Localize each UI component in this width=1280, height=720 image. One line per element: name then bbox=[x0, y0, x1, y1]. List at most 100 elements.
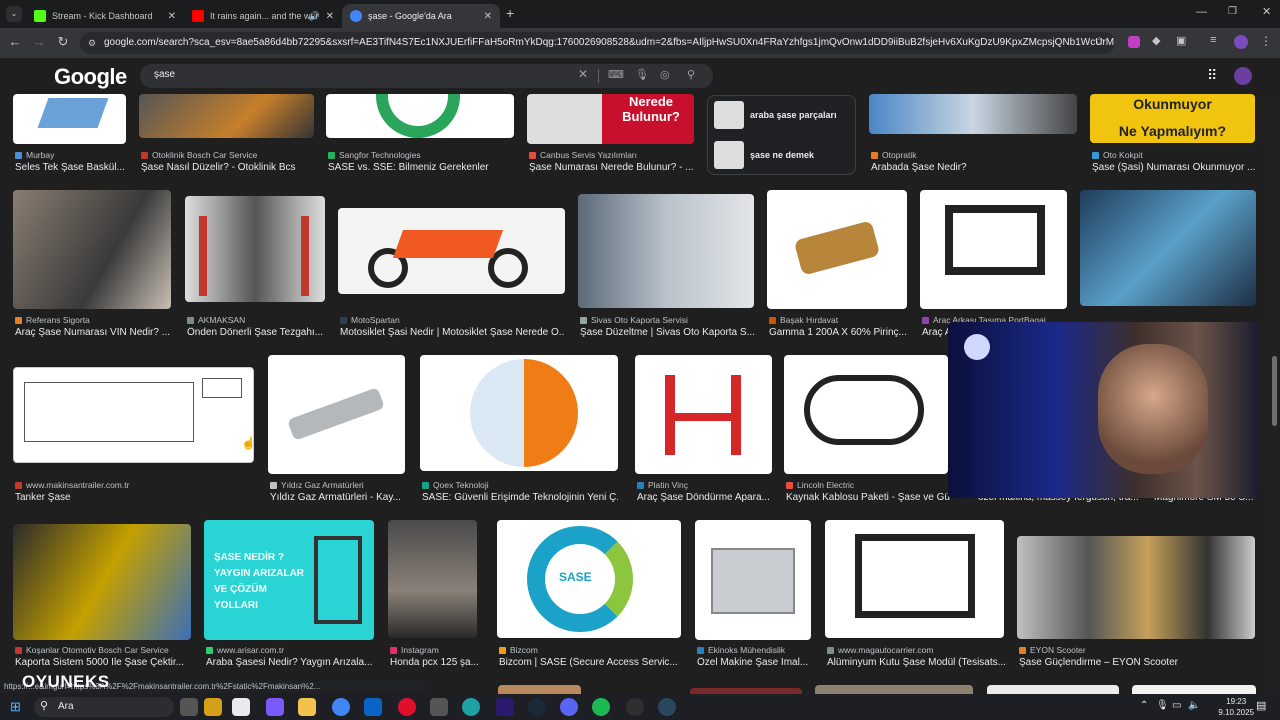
source-icon bbox=[15, 317, 22, 324]
chrome-icon[interactable] bbox=[332, 698, 350, 716]
task-view-icon[interactable] bbox=[180, 698, 198, 716]
source-icon bbox=[769, 317, 776, 324]
reload-button[interactable]: ↻ bbox=[54, 34, 72, 50]
close-tab-icon[interactable]: ✕ bbox=[168, 11, 176, 22]
result-thumbnail[interactable] bbox=[498, 685, 581, 694]
new-tab-button[interactable]: + bbox=[506, 5, 514, 21]
spotify-icon[interactable] bbox=[592, 698, 610, 716]
image-result[interactable]: EYON Scooter Şase Güçlendirme – EYON Sco… bbox=[1017, 520, 1256, 670]
image-result[interactable]: Otopratik Arabada Şase Nedir? bbox=[869, 94, 1077, 174]
image-result[interactable]: Sivas Oto Kaporta Servisi Şase Düzeltme … bbox=[578, 190, 754, 340]
network-icon[interactable]: ▭ bbox=[1172, 700, 1181, 711]
image-result[interactable]: AKMAKSAN Önden Dönerli Şase Tezgahı... bbox=[185, 190, 325, 340]
audio-icon[interactable]: 🔊 bbox=[309, 11, 320, 22]
result-thumbnail bbox=[185, 196, 325, 302]
result-thumbnail bbox=[767, 190, 907, 309]
result-thumbnail[interactable] bbox=[987, 685, 1119, 694]
search-input[interactable] bbox=[154, 69, 554, 80]
tab-search-icon[interactable]: ⌄ bbox=[6, 6, 22, 22]
reading-list-icon[interactable]: ≡ bbox=[1210, 34, 1216, 46]
back-button[interactable]: ← bbox=[6, 34, 24, 49]
image-result[interactable]: Yıldız Gaz Armatürleri Yıldız Gaz Armatü… bbox=[268, 355, 405, 505]
image-result[interactable]: Koşanlar Otomotiv Bosch Car Service Kapo… bbox=[13, 520, 191, 670]
image-result[interactable]: Ekinoks Mühendislik Özel Makine Şase İma… bbox=[695, 520, 812, 670]
keyboard-icon[interactable]: ⌨ bbox=[608, 68, 624, 81]
tab-kick[interactable]: Stream - Kick Dashboard ✕ bbox=[26, 4, 184, 28]
image-result[interactable]: Nerede Bulunur? Canbus Servis Yazılımları… bbox=[527, 94, 695, 174]
extension-icon[interactable]: ◆ bbox=[1152, 34, 1160, 47]
related-search-item[interactable]: şase ne demek bbox=[714, 141, 814, 169]
steam-icon[interactable] bbox=[658, 698, 676, 716]
image-result[interactable]: Otoklinik Bosch Car Service Şase Nasıl D… bbox=[139, 94, 314, 174]
clock[interactable]: 19:23 9.10.2025 bbox=[1218, 696, 1254, 718]
steam-icon[interactable] bbox=[528, 698, 546, 716]
image-result[interactable]: SASE Bizcom Bizcom | SASE (Secure Access… bbox=[497, 520, 682, 670]
outlook-icon[interactable] bbox=[364, 698, 382, 716]
result-thumbnail bbox=[13, 367, 254, 463]
google-header: Google ✕ ⌨ 🎙 ◎ ⚲ ⠿ bbox=[0, 58, 1280, 94]
search-box[interactable]: ✕ ⌨ 🎙 ◎ ⚲ bbox=[140, 64, 713, 88]
opera-icon[interactable] bbox=[398, 698, 416, 716]
minimize-button[interactable]: — bbox=[1196, 6, 1207, 18]
image-result[interactable]: Araç Arkası Taşıma PortBagaj Araç A... bbox=[920, 190, 1067, 340]
extensions-puzzle-icon[interactable]: ▣ bbox=[1176, 34, 1186, 47]
profile-avatar[interactable] bbox=[1234, 35, 1248, 49]
tray-chevron-icon[interactable]: ⌃ bbox=[1140, 700, 1148, 711]
google-logo[interactable]: Google bbox=[54, 64, 127, 90]
file-explorer-icon[interactable] bbox=[298, 698, 316, 716]
extension-icon[interactable] bbox=[1128, 36, 1140, 48]
microphone-icon[interactable]: 🎙 bbox=[1156, 700, 1169, 711]
image-result[interactable]: Platin Vinç Araç Şase Döndürme Apara... bbox=[635, 355, 772, 505]
hollow-knight-icon bbox=[964, 334, 990, 360]
scrollbar[interactable] bbox=[1271, 94, 1278, 694]
notification-icon[interactable]: ▤ bbox=[1256, 699, 1266, 712]
search-icon[interactable]: ⚲ bbox=[687, 68, 695, 81]
image-result[interactable] bbox=[1080, 190, 1256, 320]
close-tab-icon[interactable]: ✕ bbox=[326, 11, 334, 22]
image-result[interactable]: Instagram Honda pcx 125 şa... bbox=[388, 520, 478, 670]
widgets-icon[interactable] bbox=[204, 698, 222, 716]
tab-google[interactable]: şase - Google'da Ara ✕ bbox=[342, 4, 500, 28]
image-result[interactable]: Okunmuyor Ne Yapmalıyım? Oto Kokpit Şase … bbox=[1090, 94, 1256, 174]
image-result[interactable]: www.makinsantrailer.com.tr Tanker Şase bbox=[13, 355, 254, 505]
close-tab-icon[interactable]: ✕ bbox=[484, 11, 492, 22]
app-icon[interactable] bbox=[430, 698, 448, 716]
menu-icon[interactable]: ⋮ bbox=[1260, 34, 1272, 48]
image-result[interactable]: Murbay Seles Tek Şase Baskül... bbox=[13, 94, 126, 174]
edge-icon[interactable] bbox=[462, 698, 480, 716]
tab-youtube[interactable]: It rains again... and the wor 🔊 ✕ bbox=[184, 4, 342, 28]
scrollbar-thumb[interactable] bbox=[1272, 356, 1277, 426]
copilot-icon[interactable] bbox=[266, 698, 284, 716]
result-thumbnail[interactable] bbox=[1132, 685, 1256, 694]
url-input[interactable]: ⚙ google.com/search?sca_esv=8ae5a86d4bb7… bbox=[80, 32, 1115, 54]
image-result[interactable]: www.magautocarrier.com Alüminyum Kutu Şa… bbox=[825, 520, 1005, 670]
source-icon bbox=[827, 647, 834, 654]
image-result[interactable]: Başak Hırdavat Gamma 1 200A X 60% Pirinç… bbox=[767, 190, 907, 340]
mic-icon[interactable]: 🎙 bbox=[635, 68, 649, 81]
lens-icon[interactable]: ◎ bbox=[660, 68, 670, 81]
result-thumbnail[interactable] bbox=[815, 685, 973, 694]
taskbar-search[interactable]: ⚲ Ara bbox=[34, 697, 174, 717]
bookmark-star-icon[interactable]: ☆ bbox=[1094, 34, 1105, 48]
account-avatar[interactable] bbox=[1234, 67, 1252, 85]
windows-start-icon[interactable]: ⊞ bbox=[10, 699, 21, 715]
forward-button[interactable]: → bbox=[30, 34, 48, 49]
related-search-item[interactable]: araba şase parçaları bbox=[714, 101, 837, 129]
clear-icon[interactable]: ✕ bbox=[578, 67, 588, 81]
obs-icon[interactable] bbox=[626, 698, 644, 716]
premiere-icon[interactable] bbox=[496, 698, 514, 716]
image-result[interactable]: Referans Sigorta Araç Şase Numarası VIN … bbox=[13, 190, 171, 340]
image-result[interactable]: Lincoln Electric Kaynak Kablosu Paketi -… bbox=[784, 355, 950, 505]
volume-icon[interactable]: 🔈 bbox=[1188, 700, 1200, 711]
image-result[interactable]: Sangfor Technologies SASE vs. SSE: Bilme… bbox=[326, 94, 516, 174]
store-icon[interactable] bbox=[232, 698, 250, 716]
image-result[interactable]: ŞASE NEDİR ? YAYGIN ARIZALAR VE ÇÖZÜM YOLL… bbox=[204, 520, 374, 670]
image-result[interactable]: Qoex Teknoloji SASE: Güvenli Erişimde Te… bbox=[420, 355, 618, 505]
restore-button[interactable]: ❐ bbox=[1228, 6, 1237, 17]
close-window-button[interactable]: ✕ bbox=[1262, 5, 1271, 18]
youtube-icon bbox=[192, 10, 204, 22]
apps-grid-icon[interactable]: ⠿ bbox=[1207, 67, 1217, 84]
discord-icon[interactable] bbox=[560, 698, 578, 716]
image-result[interactable]: MotoSpartan Motosiklet Şasi Nedir | Moto… bbox=[338, 190, 565, 340]
site-info-icon[interactable]: ⚙ bbox=[88, 32, 96, 54]
